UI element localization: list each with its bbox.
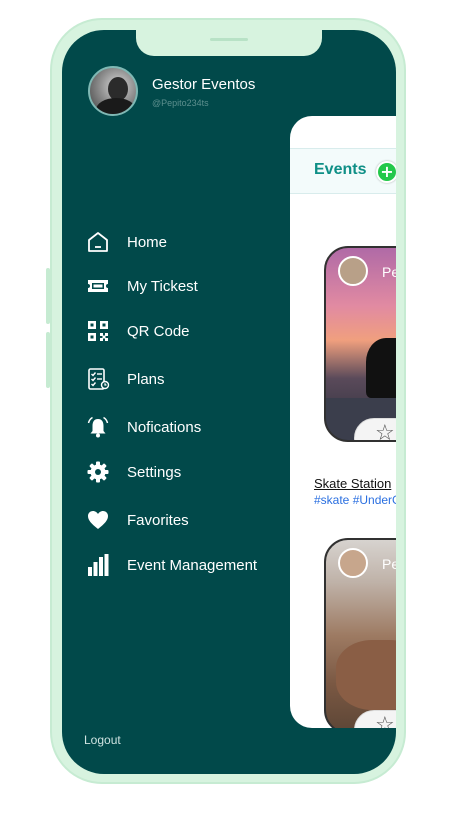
menu-item-home[interactable]: Home bbox=[86, 228, 167, 256]
card-owner-name: Pe bbox=[382, 556, 396, 572]
event-card[interactable]: Pe ☆ bbox=[324, 246, 396, 442]
qr-code-icon bbox=[86, 319, 110, 343]
card-owner-avatar[interactable] bbox=[338, 548, 368, 578]
menu-item-event-management[interactable]: Event Management bbox=[86, 551, 257, 579]
phone-frame: Events + Pe ☆ Skate Station #skate #Unde… bbox=[46, 18, 406, 784]
profile-name: Gestor Eventos bbox=[152, 76, 256, 93]
ticket-icon bbox=[86, 274, 110, 298]
phone-screen: Events + Pe ☆ Skate Station #skate #Unde… bbox=[62, 30, 396, 774]
phone-side-button bbox=[46, 332, 50, 388]
menu-item-settings[interactable]: Settings bbox=[86, 458, 181, 486]
menu-item-qr-code[interactable]: QR Code bbox=[86, 317, 190, 345]
profile-avatar[interactable] bbox=[88, 66, 138, 116]
menu-item-my-tickets[interactable]: My Tickest bbox=[86, 272, 198, 300]
phone-notch bbox=[136, 30, 322, 56]
events-panel: Events + Pe ☆ Skate Station #skate #Unde… bbox=[290, 116, 396, 728]
menu-item-notifications[interactable]: Nofications bbox=[86, 413, 201, 441]
checklist-icon bbox=[86, 367, 110, 391]
events-header: Events + bbox=[290, 148, 396, 194]
star-icon: ☆ bbox=[375, 713, 395, 729]
menu-item-favorites[interactable]: Favorites bbox=[86, 506, 189, 534]
card-owner-name: Pe bbox=[382, 264, 396, 280]
favorite-button[interactable]: ☆ bbox=[354, 710, 396, 728]
home-icon bbox=[86, 230, 110, 254]
card-photo bbox=[336, 640, 396, 710]
menu-item-plans[interactable]: Plans bbox=[86, 365, 165, 393]
event-card[interactable]: Pe ☆ bbox=[324, 538, 396, 728]
alarm-bell-icon bbox=[86, 415, 110, 439]
add-event-button[interactable]: + bbox=[376, 161, 396, 183]
favorite-button[interactable]: ☆ bbox=[354, 418, 396, 442]
event-tags[interactable]: #skate #UnderG bbox=[314, 493, 396, 507]
profile-handle: @Pepito234ts bbox=[152, 98, 209, 108]
logout-button[interactable]: Logout bbox=[84, 733, 121, 747]
card-owner-avatar[interactable] bbox=[338, 256, 368, 286]
event-title-link[interactable]: Skate Station bbox=[314, 476, 391, 491]
star-icon: ☆ bbox=[375, 421, 395, 442]
bar-chart-icon bbox=[86, 553, 110, 577]
phone-side-button bbox=[46, 268, 50, 324]
gear-icon bbox=[86, 460, 110, 484]
events-title: Events bbox=[314, 161, 367, 178]
heart-icon bbox=[86, 508, 110, 532]
card-photo bbox=[366, 338, 396, 398]
